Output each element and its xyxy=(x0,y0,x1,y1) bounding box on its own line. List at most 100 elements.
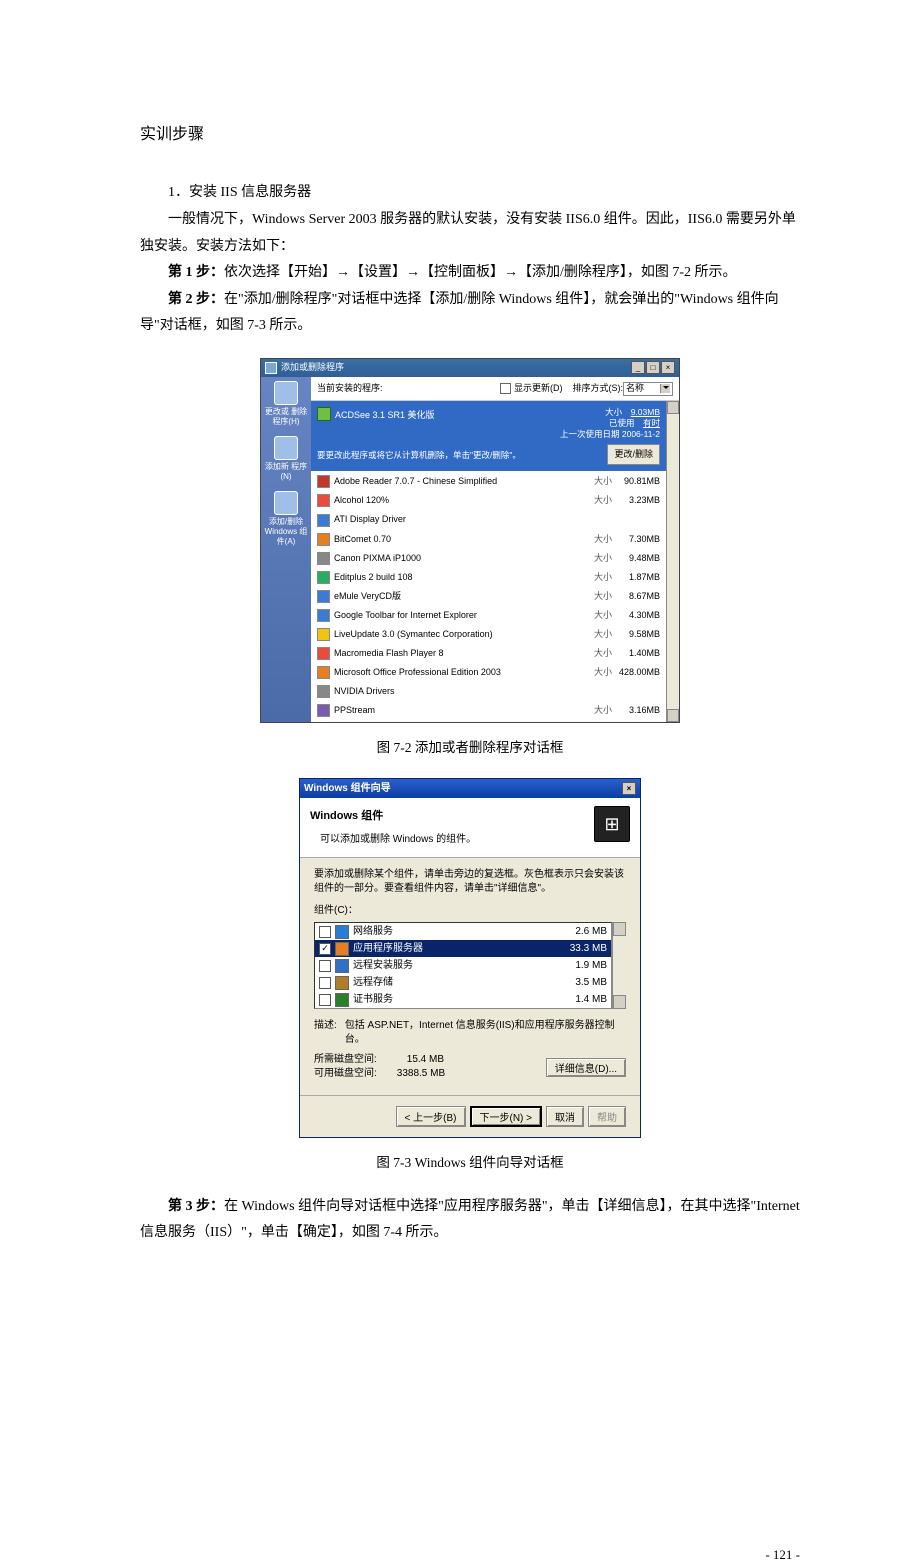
list-item[interactable]: NVIDIA Drivers xyxy=(311,682,666,701)
scroll-up-icon[interactable] xyxy=(667,401,679,414)
list-item[interactable]: Canon PIXMA iP1000大小9.48MB xyxy=(311,549,666,568)
step-line: 第 2 步：在"添加/删除程序"对话框中选择【添加/删除 Windows 组件】… xyxy=(140,287,800,340)
close-button[interactable]: × xyxy=(661,361,675,374)
scroll-down-icon[interactable] xyxy=(613,995,626,1009)
program-name: Adobe Reader 7.0.7 - Chinese Simplified xyxy=(334,473,588,490)
program-icon xyxy=(317,514,330,527)
list-item[interactable]: BitComet 0.70大小7.30MB xyxy=(311,530,666,549)
component-name: 远程安装服务 xyxy=(353,959,551,973)
component-checkbox[interactable]: ✓ xyxy=(319,943,331,955)
scroll-down-icon[interactable] xyxy=(667,709,679,722)
component-checkbox[interactable] xyxy=(319,960,331,972)
program-name: BitComet 0.70 xyxy=(334,531,588,548)
meta-k: 上一次使用日期 xyxy=(560,429,620,439)
back-button[interactable]: < 上一步(B) xyxy=(396,1106,466,1127)
description-label: 描述: xyxy=(314,1019,337,1033)
scrollbar[interactable] xyxy=(612,922,626,1009)
program-name: LiveUpdate 3.0 (Symantec Corporation) xyxy=(334,626,588,643)
sidebar-item-add-new[interactable]: 添加新 程序(N) xyxy=(263,436,309,481)
required-space-label: 所需磁盘空间: xyxy=(314,1054,377,1065)
list-item[interactable]: ATI Display Driver xyxy=(311,510,666,529)
component-checkbox[interactable] xyxy=(319,926,331,938)
minimize-button[interactable]: _ xyxy=(631,361,645,374)
step-label: 第 1 步： xyxy=(168,265,224,280)
step-label: 第 3 步： xyxy=(168,1199,224,1214)
show-updates-checkbox[interactable] xyxy=(500,383,511,394)
list-item[interactable]: Editplus 2 build 108大小1.87MB xyxy=(311,568,666,587)
sidebar-item-change-remove[interactable]: 更改或 删除 程序(H) xyxy=(263,381,309,426)
size-label: 大小 xyxy=(588,473,612,490)
description-text: 包括 ASP.NET，Internet 信息服务(IIS)和应用程序服务器控制台… xyxy=(345,1019,626,1047)
program-name: Alcohol 120% xyxy=(334,492,588,509)
component-item[interactable]: 远程存储3.5 MB xyxy=(315,974,611,991)
programs-icon xyxy=(274,381,298,405)
step-text: 在"添加/删除程序"对话框中选择【添加/删除 Windows 组件】，就会弹出的… xyxy=(140,292,779,334)
component-checkbox[interactable] xyxy=(319,994,331,1006)
size-value: 90.81MB xyxy=(612,473,660,490)
program-meta: 大小 9.03MB 已使用 有时 上一次使用日期 2006-11-2 xyxy=(560,407,660,440)
program-name: eMule VeryCD版 xyxy=(334,588,588,605)
step-text: 依次选择【开始】→【设置】→【控制面板】→【添加/删除程序】，如图 7-2 所示… xyxy=(224,265,737,280)
sub-title: 安装 IIS 信息服务器 xyxy=(189,185,311,200)
size-label: 大小 xyxy=(588,569,612,586)
step-text: 在 Windows 组件向导对话框中选择"应用程序服务器"，单击【详细信息】，在… xyxy=(140,1199,800,1241)
components-listbox[interactable]: 网络服务2.6 MB✓应用程序服务器33.3 MB远程安装服务1.9 MB远程存… xyxy=(314,922,612,1009)
close-button[interactable]: × xyxy=(622,782,636,795)
scroll-track[interactable] xyxy=(613,936,626,995)
figure-7-3: Windows 组件向导 × Windows 组件 可以添加或删除 Window… xyxy=(140,778,800,1138)
list-item[interactable]: LiveUpdate 3.0 (Symantec Corporation)大小9… xyxy=(311,625,666,644)
meta-k: 已使用 xyxy=(609,418,635,428)
program-icon xyxy=(317,571,330,584)
list-item[interactable]: Adobe Reader 7.0.7 - Chinese Simplified大… xyxy=(311,472,666,491)
component-size: 1.4 MB xyxy=(551,993,607,1007)
details-button[interactable]: 详细信息(D)... xyxy=(546,1058,626,1077)
wizard-header: Windows 组件 可以添加或删除 Windows 的组件。 ⊞ xyxy=(300,798,640,858)
list-item[interactable]: Google Toolbar for Internet Explorer大小4.… xyxy=(311,606,666,625)
list-item[interactable]: Microsoft Office Professional Edition 20… xyxy=(311,663,666,682)
sidebar-label: 添加新 程序(N) xyxy=(263,462,309,481)
app-icon xyxy=(265,362,277,374)
size-label: 大小 xyxy=(588,702,612,719)
wizard-icon: ⊞ xyxy=(594,806,630,842)
component-item[interactable]: 远程安装服务1.9 MB xyxy=(315,957,611,974)
program-icon xyxy=(317,628,330,641)
selected-program[interactable]: ACDSee 3.1 SR1 美化版 大小 9.03MB 已使用 有时 上一次使… xyxy=(311,401,666,444)
program-icon xyxy=(317,666,330,679)
window-titlebar[interactable]: 添加或删除程序 _ □ × xyxy=(261,359,679,377)
scrollbar[interactable] xyxy=(666,401,679,721)
size-value: 1.87MB xyxy=(612,569,660,586)
program-icon xyxy=(317,407,331,421)
program-icon xyxy=(317,647,330,660)
size-value: 3.23MB xyxy=(612,492,660,509)
wizard-content: 要添加或删除某个组件，请单击旁边的复选框。灰色框表示只会安装该组件的一部分。要查… xyxy=(300,858,640,1095)
sort-combobox[interactable]: 名称 xyxy=(623,382,673,396)
scroll-track[interactable] xyxy=(667,414,679,708)
component-item[interactable]: ✓应用程序服务器33.3 MB xyxy=(315,940,611,957)
list-item[interactable]: PPStream大小3.16MB xyxy=(311,701,666,720)
list-item[interactable]: eMule VeryCD版大小8.67MB xyxy=(311,587,666,606)
help-button[interactable]: 帮助 xyxy=(588,1106,626,1127)
next-button[interactable]: 下一步(N) > xyxy=(470,1106,543,1127)
size-value: 3.16MB xyxy=(612,702,660,719)
component-icon xyxy=(335,993,349,1007)
window-titlebar[interactable]: Windows 组件向导 × xyxy=(300,779,640,798)
component-name: 证书服务 xyxy=(353,993,551,1007)
component-checkbox[interactable] xyxy=(319,977,331,989)
toolbar: 当前安装的程序: 显示更新(D) 排序方式(S): 名称 xyxy=(311,377,679,401)
component-size: 3.5 MB xyxy=(551,976,607,990)
program-list[interactable]: Adobe Reader 7.0.7 - Chinese Simplified大… xyxy=(311,471,666,721)
list-item[interactable]: Macromedia Flash Player 8大小1.40MB xyxy=(311,644,666,663)
size-value: 9.58MB xyxy=(612,626,660,643)
list-item[interactable]: Alcohol 120%大小3.23MB xyxy=(311,491,666,510)
cancel-button[interactable]: 取消 xyxy=(546,1106,584,1127)
sidebar-item-windows-components[interactable]: 添加/删除 Windows 组件(A) xyxy=(263,491,309,546)
component-size: 2.6 MB xyxy=(551,925,607,939)
change-remove-button[interactable]: 更改/删除 xyxy=(607,444,660,465)
required-space-value: 15.4 MB xyxy=(407,1054,444,1065)
component-icon xyxy=(335,925,349,939)
program-icon xyxy=(317,609,330,622)
maximize-button[interactable]: □ xyxy=(646,361,660,374)
scroll-up-icon[interactable] xyxy=(613,922,626,936)
component-item[interactable]: 证书服务1.4 MB xyxy=(315,991,611,1008)
component-item[interactable]: 网络服务2.6 MB xyxy=(315,923,611,940)
